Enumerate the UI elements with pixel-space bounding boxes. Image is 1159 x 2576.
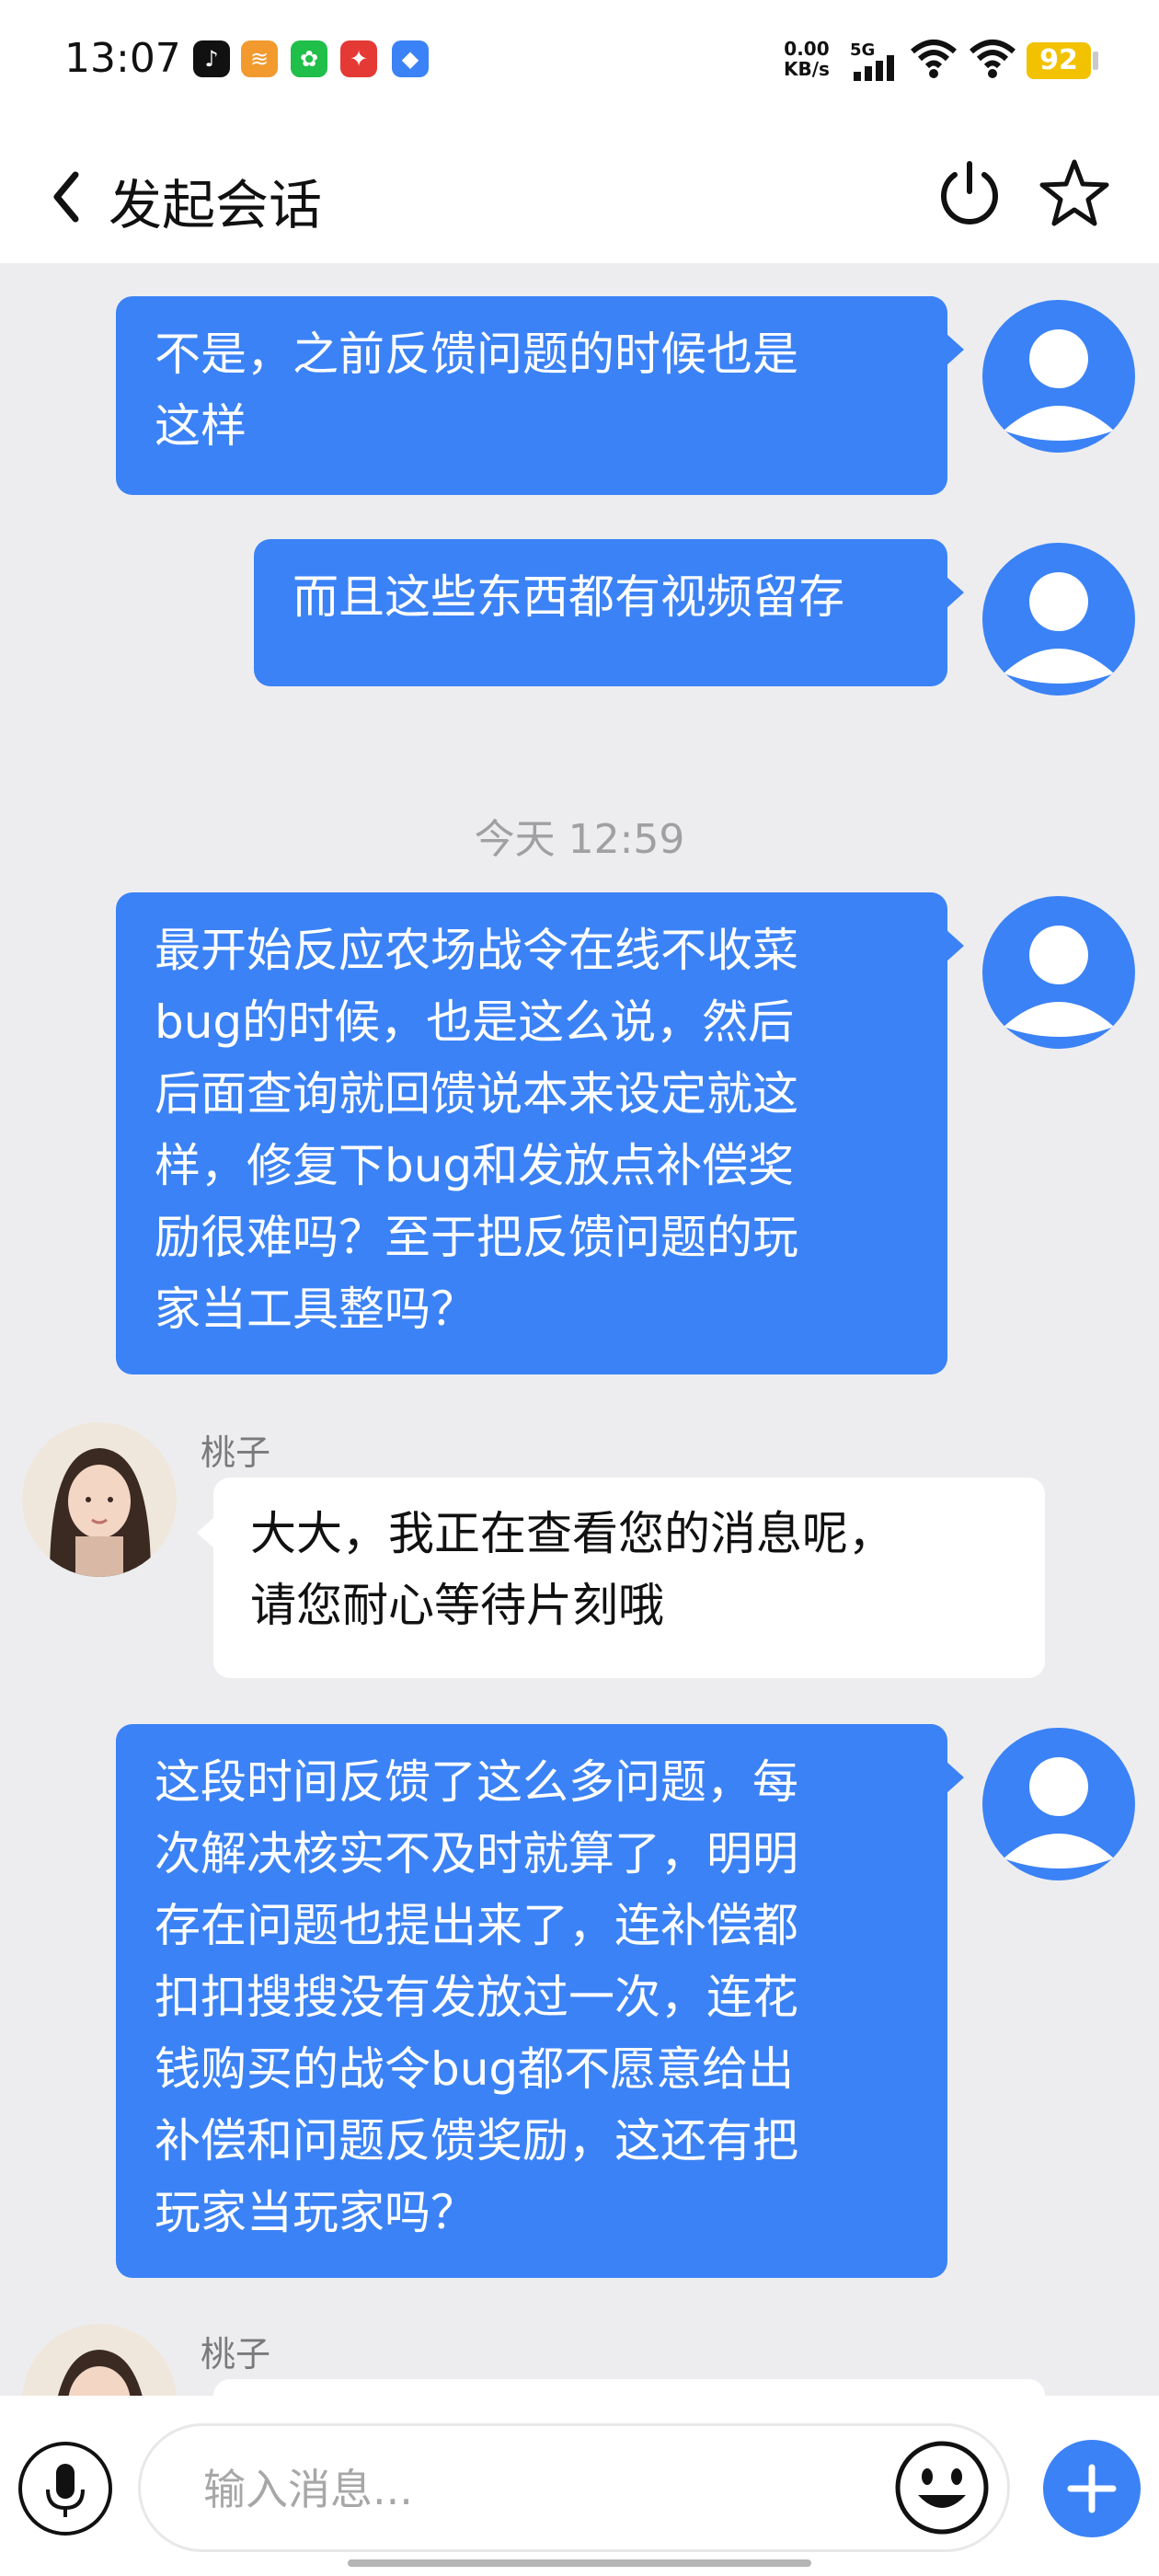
message-line: 请您耐心等待片刻哦 xyxy=(250,1579,664,1632)
user-silhouette-icon xyxy=(1004,926,1114,1037)
voice-input-button[interactable] xyxy=(18,2442,112,2536)
sender-name: 桃子 xyxy=(201,1432,271,1473)
message-line: 家当工具整吗？ xyxy=(155,1282,476,1336)
user-silhouette-icon xyxy=(1004,1757,1114,1869)
outgoing-message-bubble[interactable]: 不是，之前反馈问题的时候也是 这样 xyxy=(116,296,964,495)
user-avatar[interactable] xyxy=(982,896,1135,1049)
message-line: 玩家当玩家吗？ xyxy=(155,2186,476,2239)
net-speed: 0.00 KB/s xyxy=(784,39,830,79)
message-line: 这段时间反馈了这么多问题，每 xyxy=(155,1755,798,1809)
message-line: 励很难吗？至于把反馈问题的玩 xyxy=(155,1211,798,1264)
outgoing-message-bubble[interactable]: 最开始反应农场战令在线不收菜 bug的时候，也是这么说，然后 后面查询就回馈说本… xyxy=(116,892,964,1374)
status-time: 13:07 xyxy=(64,35,181,82)
message-line: 而且这些东西都有视频留存 xyxy=(293,570,844,624)
wifi-icon-secondary xyxy=(970,40,1016,78)
add-attachment-button[interactable] xyxy=(1043,2440,1141,2537)
message-line: 这样 xyxy=(155,399,247,453)
user-avatar[interactable] xyxy=(982,1728,1135,1880)
outgoing-message-bubble[interactable]: 这段时间反馈了这么多问题，每 次解决核实不及时就算了，明明 存在问题也提出来了，… xyxy=(116,1724,964,2278)
message-input-field[interactable] xyxy=(138,2423,1010,2552)
message-line: 补偿和问题反馈奖励，这还有把 xyxy=(155,2114,798,2168)
cellular-signal-icon xyxy=(854,55,894,81)
user-avatar[interactable] xyxy=(982,300,1135,453)
message-line: 后面查询就回馈说本来设定就这 xyxy=(155,1067,798,1121)
net-speed-unit: KB/s xyxy=(784,58,830,80)
message-line: bug的时候，也是这么说，然后 xyxy=(155,995,795,1049)
agent-portrait-icon xyxy=(22,1422,177,1577)
nav-bar: 发起会话 xyxy=(0,129,1159,263)
input-bar xyxy=(0,2396,1159,2576)
battery-level: 92 xyxy=(1027,42,1091,79)
blue-app-icon: ◆ xyxy=(392,40,429,77)
user-avatar[interactable] xyxy=(982,543,1135,696)
wechat-icon: ✿ xyxy=(291,40,327,77)
star-icon[interactable] xyxy=(1036,155,1113,232)
message-line: 存在问题也提出来了，连补偿都 xyxy=(155,1899,798,1952)
status-bar: 13:07 ♪ ≋ ✿ ✦ ◆ 0.00 KB/s 5G 92 xyxy=(0,0,1159,129)
message-line: 不是，之前反馈问题的时候也是 xyxy=(155,328,798,381)
battery-tip xyxy=(1093,52,1098,70)
back-icon[interactable] xyxy=(42,160,98,234)
message-line: 扣扣搜搜没有发放过一次，连花 xyxy=(155,1971,798,2024)
outgoing-message-bubble[interactable]: 而且这些东西都有视频留存 xyxy=(254,539,964,686)
tiktok-icon: ♪ xyxy=(193,40,230,77)
message-line: 钱购买的战令bug都不愿意给出 xyxy=(155,2042,795,2096)
agent-avatar[interactable] xyxy=(22,1422,177,1577)
user-silhouette-icon xyxy=(1004,329,1114,441)
incoming-message-bubble[interactable]: 大大，我正在查看您的消息呢， 请您耐心等待片刻哦 xyxy=(197,1478,1045,1678)
orange-app-icon: ≋ xyxy=(241,40,278,77)
microphone-icon xyxy=(46,2464,85,2517)
message-line: 最开始反应农场战令在线不收菜 xyxy=(155,924,798,977)
net-speed-value: 0.00 xyxy=(784,38,830,60)
message-line: 样，修复下bug和发放点补偿奖 xyxy=(155,1139,795,1192)
home-indicator[interactable] xyxy=(348,2559,811,2567)
wifi-icon xyxy=(911,40,957,78)
red-app-icon: ✦ xyxy=(340,40,377,77)
sender-name: 桃子 xyxy=(201,2334,271,2375)
emoji-icon[interactable] xyxy=(892,2438,992,2537)
user-silhouette-icon xyxy=(1004,572,1114,684)
message-input[interactable] xyxy=(201,2461,849,2518)
plus-icon xyxy=(1067,2464,1117,2513)
page-title: 发起会话 xyxy=(109,174,323,236)
message-line: 次解决核实不及时就算了，明明 xyxy=(155,1827,798,1880)
message-timestamp: 今天 12:59 xyxy=(474,816,685,863)
message-line: 大大，我正在查看您的消息呢， xyxy=(250,1507,894,1560)
power-icon[interactable] xyxy=(931,155,1008,232)
